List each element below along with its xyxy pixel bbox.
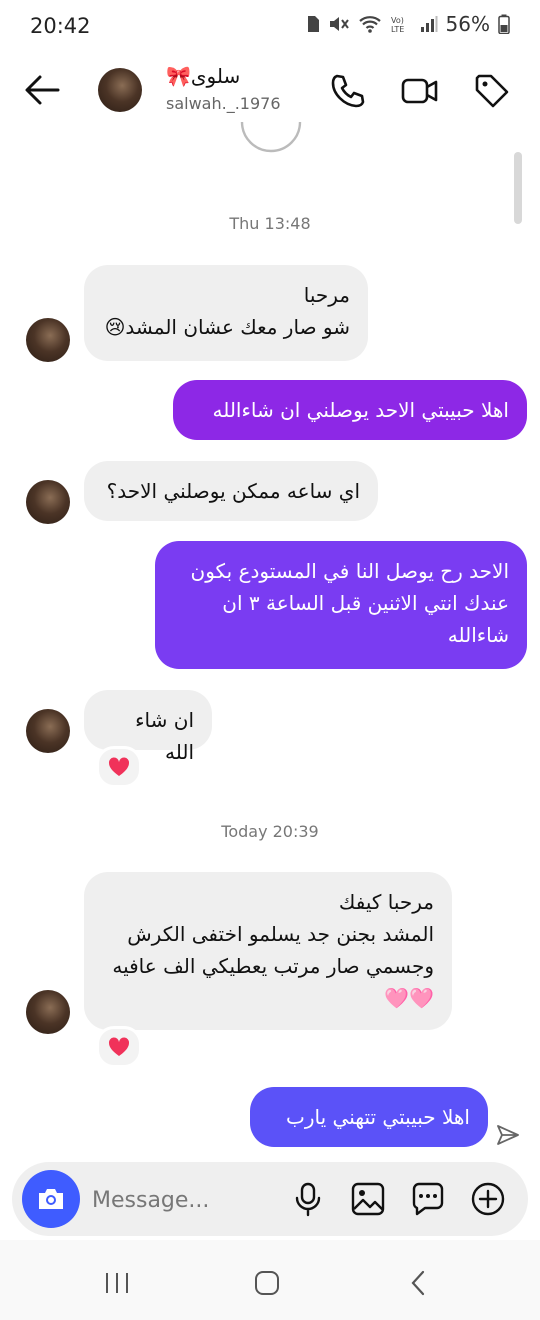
status-bar: 20:42 Vo) LTE 56% (0, 0, 540, 56)
back-nav-icon[interactable] (408, 1270, 428, 1296)
battery-percent: 56% (445, 12, 490, 36)
sim-icon (307, 16, 319, 32)
signal-icon (420, 16, 438, 32)
mute-icon (329, 17, 349, 31)
incoming-message[interactable]: اي ساعه ممكن يوصلني الاحد؟ (84, 461, 378, 521)
heart-icon (108, 1037, 130, 1056)
wifi-icon (358, 16, 381, 33)
outgoing-message[interactable]: اهلا حبيبتي تتهني يارب (250, 1087, 488, 1147)
message-composer (12, 1162, 528, 1236)
stickers-chat-icon[interactable] (410, 1181, 446, 1217)
recent-apps-icon[interactable] (104, 1272, 130, 1294)
tag-icon[interactable] (473, 72, 511, 110)
contact-username[interactable]: salwah._.1976 (166, 94, 281, 113)
system-nav-bar (0, 1240, 540, 1320)
message-input[interactable] (90, 1180, 294, 1220)
sender-avatar[interactable] (26, 318, 70, 362)
camera-button[interactable] (22, 1170, 80, 1228)
camera-icon (39, 1189, 63, 1209)
contact-avatar[interactable] (98, 68, 142, 112)
gallery-icon[interactable] (350, 1181, 386, 1217)
home-icon[interactable] (254, 1270, 280, 1296)
contact-name[interactable]: 🎀سلوى (166, 64, 240, 88)
outgoing-message[interactable]: الاحد رح يوصل النا في المستودع بكون عندك… (155, 541, 527, 669)
loading-spinner (240, 121, 302, 153)
battery-icon (498, 14, 510, 34)
timestamp: Today 20:39 (221, 822, 319, 841)
reaction-badge[interactable] (96, 1026, 142, 1068)
status-time: 20:42 (30, 14, 91, 38)
lte-icon: Vo)LTE (391, 16, 404, 34)
svg-text:Vo): Vo) (391, 16, 404, 25)
timestamp: Thu 13:48 (229, 214, 311, 233)
incoming-message[interactable]: مرحبا شو صار معك عشان المشد😢 (84, 265, 368, 361)
microphone-icon[interactable] (290, 1181, 326, 1217)
sender-avatar[interactable] (26, 480, 70, 524)
phone-icon[interactable] (328, 72, 366, 110)
sent-status-icon (497, 1125, 519, 1145)
outgoing-message[interactable]: اهلا حبيبتي الاحد يوصلني ان شاءالله (173, 380, 527, 440)
video-call-icon[interactable] (401, 72, 439, 110)
add-icon[interactable] (470, 1181, 506, 1217)
svg-text:LTE: LTE (391, 25, 404, 34)
heart-icon (108, 757, 130, 776)
sender-avatar[interactable] (26, 709, 70, 753)
back-arrow-icon[interactable] (22, 72, 62, 108)
incoming-message[interactable]: ان شاء الله (84, 690, 212, 764)
status-icons: Vo) LTE 56% (306, 12, 510, 36)
incoming-message[interactable]: مرحبا كيفك المشد بجنن جد يسلمو اختفى الك… (84, 872, 452, 1030)
sender-avatar[interactable] (26, 990, 70, 1034)
reaction-badge[interactable] (96, 746, 142, 788)
chat-header: 🎀سلوى salwah._.1976 (0, 56, 540, 126)
